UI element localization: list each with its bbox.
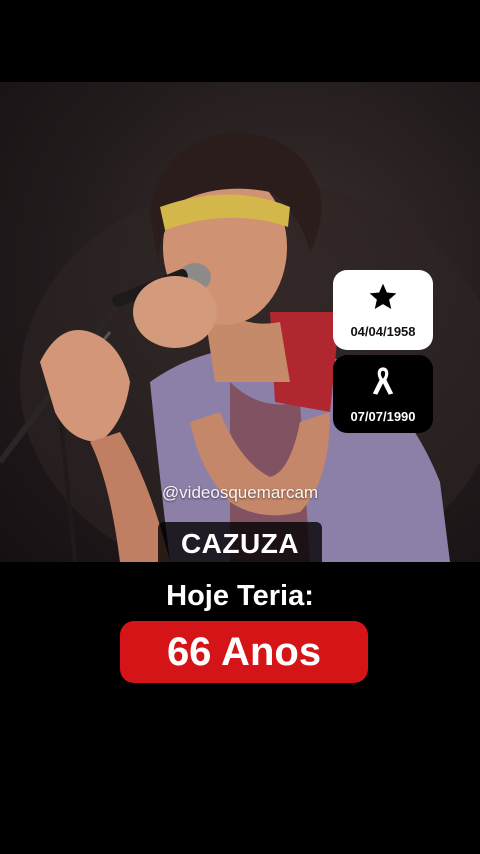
subtitle-text: Hoje Teria: [166,580,314,612]
artist-name: CAZUZA [180,528,300,559]
watermark-handle: @videosquemarcam [161,483,319,502]
star-icon [366,281,400,318]
death-date: 07/07/1990 [350,409,416,424]
death-date-card: 07/07/1990 [333,355,433,433]
age-badge: 66 Anos [120,621,368,683]
mourning-ribbon-icon [369,364,397,403]
age-text: 66 Anos [166,629,322,674]
birth-date: 04/04/1958 [350,324,416,339]
birth-date-card: 04/04/1958 [333,270,433,350]
name-banner: CAZUZA [158,522,322,566]
